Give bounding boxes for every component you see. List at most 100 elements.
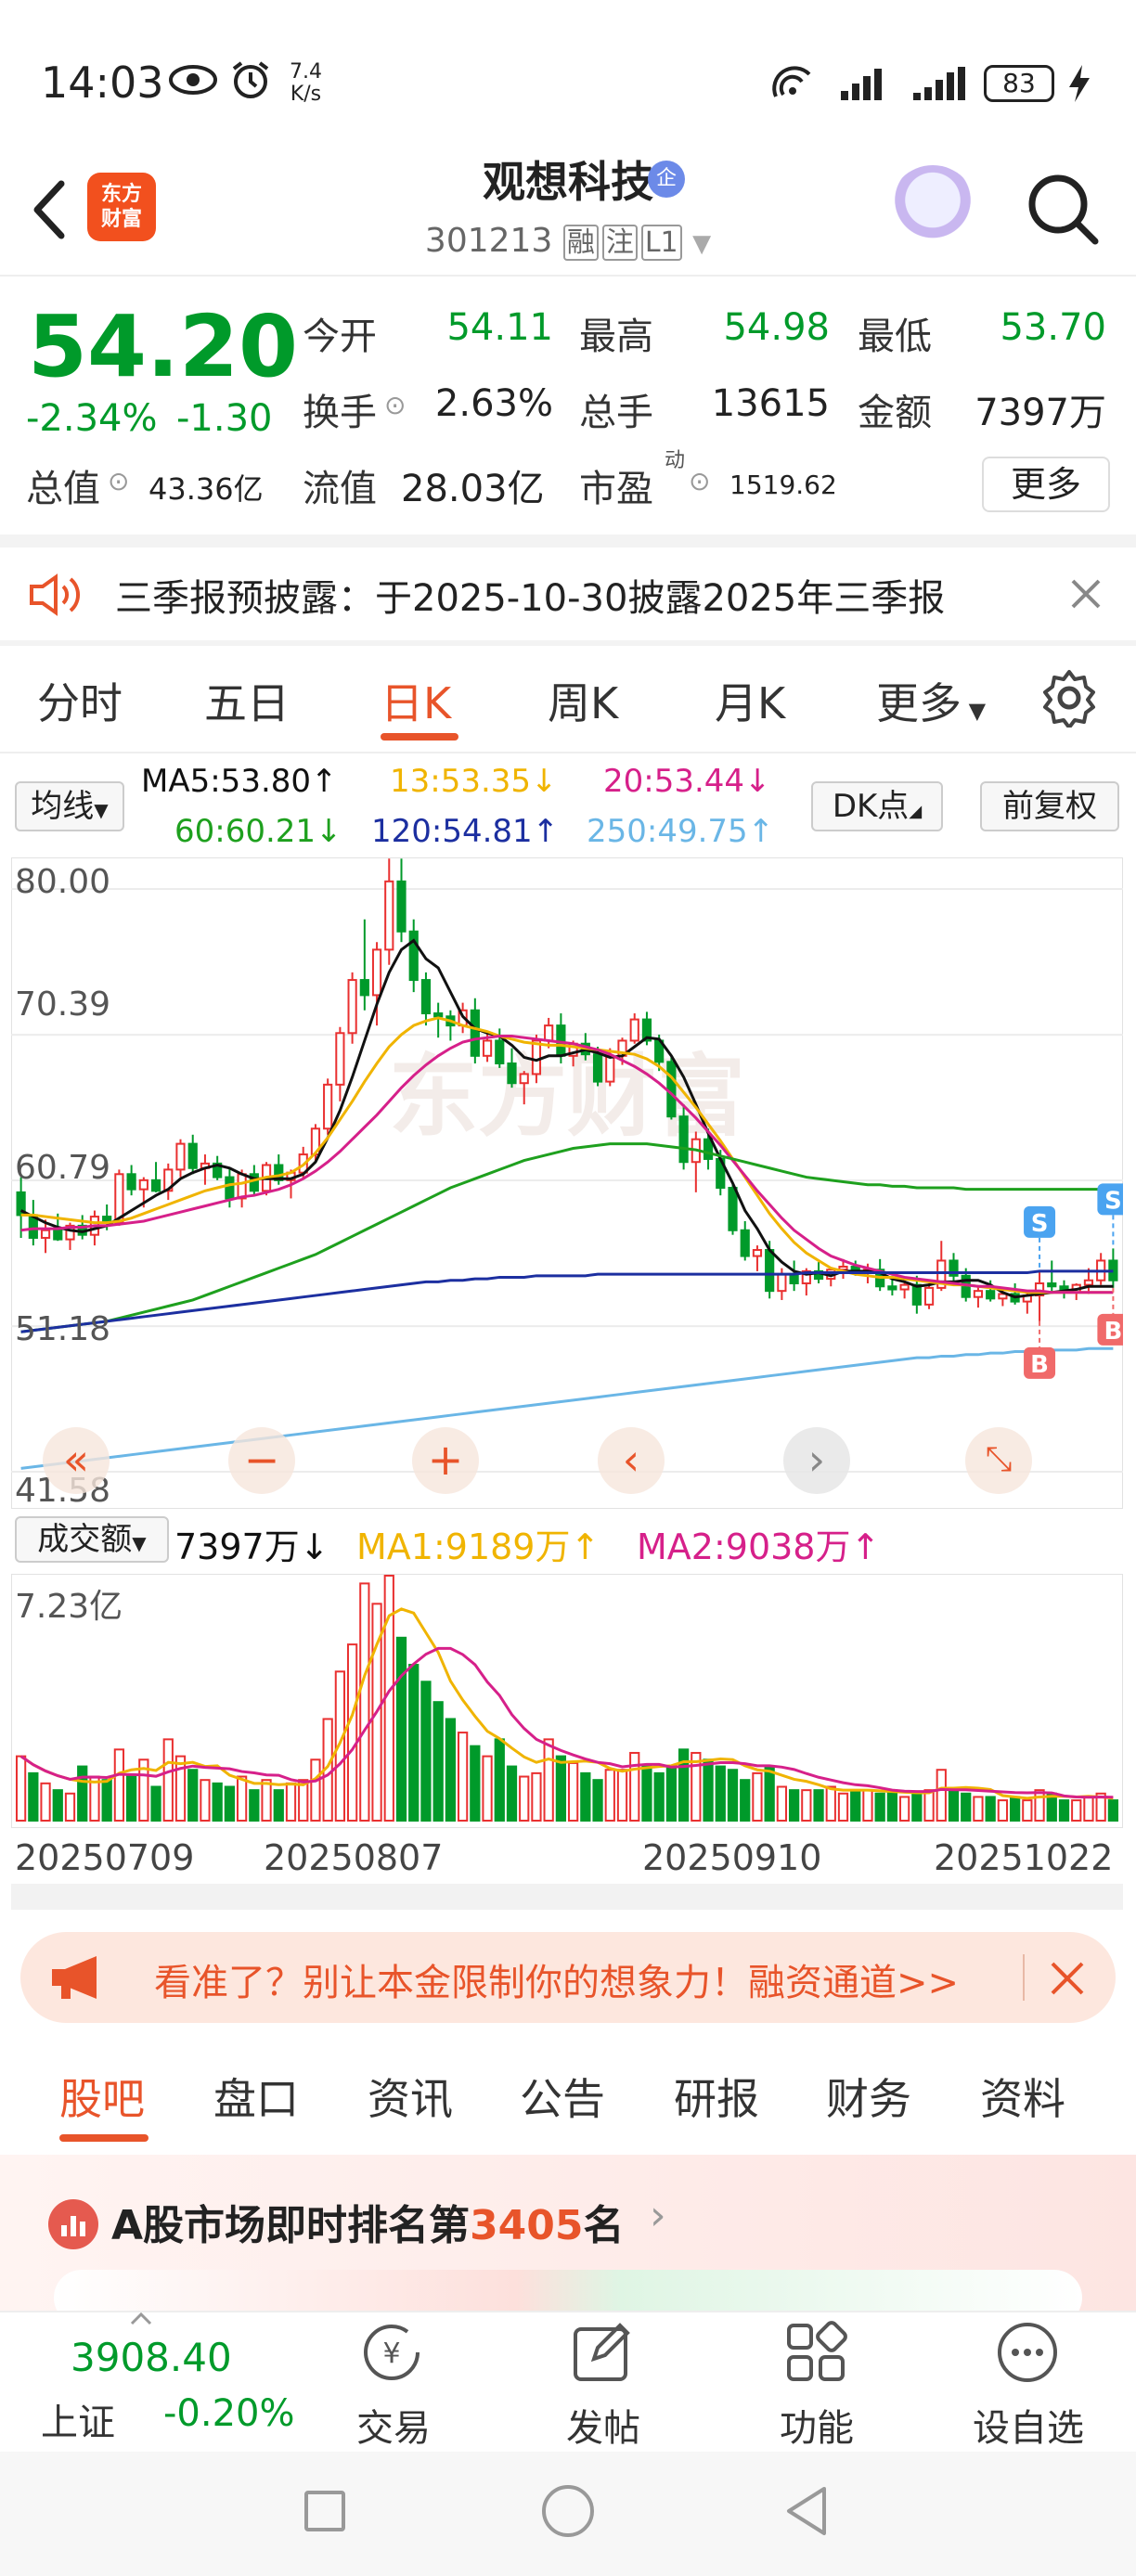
nav-post-label[interactable]: 发帖 [538, 2398, 668, 2452]
volume-bar [961, 1792, 972, 1822]
section-divider [0, 535, 1136, 547]
home-button[interactable] [542, 2485, 594, 2537]
volume-bar [395, 1636, 407, 1822]
candlestick-chart[interactable]: 东方财富SSBB [11, 857, 1123, 1509]
back-button[interactable] [783, 2485, 830, 2537]
x-axis-label: 20250910 [642, 1837, 822, 1878]
candle-body [495, 1039, 505, 1064]
candle-body [703, 1138, 714, 1160]
volume-bar [641, 1765, 652, 1823]
fullscreen-icon[interactable]: ⤡ [965, 1427, 1032, 1494]
volume-bar [1071, 1799, 1082, 1823]
functions-grid-icon[interactable] [783, 2320, 848, 2385]
trade-icon[interactable]: ¥ [356, 2320, 427, 2385]
amount-label: 金额 [858, 392, 932, 434]
tab-more[interactable]: 更多 ▼ [876, 670, 986, 731]
candle-body [923, 1286, 935, 1306]
high-label: 最高 [579, 316, 653, 358]
index-value[interactable]: 3908.40 [71, 2335, 232, 2380]
volume-bar [77, 1765, 88, 1823]
tab-profile[interactable]: 资料 [980, 2066, 1065, 2127]
post-edit-icon[interactable] [570, 2320, 635, 2385]
more-options-icon[interactable] [995, 2320, 1060, 2385]
collapse-up-icon[interactable] [130, 2312, 152, 2325]
volume-bar [310, 1758, 321, 1823]
candle-body [911, 1283, 922, 1306]
header-divider [0, 275, 1136, 277]
ma-select[interactable]: 均线▼ [15, 781, 124, 831]
candle-body [126, 1173, 136, 1191]
candle-body [519, 1073, 529, 1085]
chart-footer [11, 1884, 1123, 1910]
volume-ma1: MA1:9189万↑ [356, 1526, 600, 1567]
zoom-in-button[interactable]: + [412, 1427, 479, 1494]
adjust-select[interactable]: 前复权 [980, 781, 1119, 831]
tab-news[interactable]: 资讯 [368, 2066, 453, 2127]
ai-assistant-avatar[interactable] [889, 165, 976, 252]
tab-weekly-k[interactable]: 周K [548, 670, 618, 731]
tab-order-book[interactable]: 盘口 [213, 2066, 299, 2127]
volume-bar [236, 1775, 248, 1822]
nav-custom-label[interactable]: 设自选 [963, 2398, 1093, 2452]
volume-bar [285, 1782, 297, 1823]
volume-bar [519, 1775, 530, 1822]
section-divider [0, 640, 1136, 646]
more-quote-button[interactable]: 更多 [982, 457, 1110, 512]
tab-research[interactable]: 研报 [674, 2066, 759, 2127]
volume-bar [862, 1789, 873, 1823]
tab-announcements[interactable]: 公告 [520, 2066, 605, 2127]
volume-bar [162, 1738, 174, 1822]
info-icon[interactable]: ⊙ [108, 466, 129, 496]
info-icon[interactable]: ⊙ [689, 466, 710, 496]
volume-bar [740, 1779, 751, 1822]
ma60-value: 60:60.21↓ [174, 813, 342, 850]
volume-bar [273, 1789, 284, 1823]
volume-value: 13615 [711, 382, 830, 425]
notice-banner[interactable]: 三季报预披露：于2025-10-30披露2025年三季报 [0, 547, 1136, 640]
search-icon[interactable] [1021, 167, 1104, 251]
pe-label: 市盈 [579, 468, 653, 510]
info-icon[interactable]: ⊙ [384, 390, 406, 420]
battery-indicator: 83 [984, 65, 1054, 102]
change-percent: -2.34% [26, 397, 158, 440]
tab-forum[interactable]: 股吧 [59, 2066, 145, 2127]
volume-bar [1058, 1799, 1070, 1823]
candle-body [150, 1179, 161, 1192]
next-button[interactable]: › [783, 1427, 850, 1494]
volume-bar [432, 1701, 444, 1822]
previous-button[interactable]: ‹ [598, 1427, 665, 1494]
candle-body [666, 1061, 677, 1118]
candle-body [777, 1273, 787, 1293]
tab-financials[interactable]: 财务 [826, 2066, 911, 2127]
market-rank-card[interactable]: A股市场即时排名第3405名 › [0, 2155, 1136, 2325]
dk-point-toggle[interactable]: DK点◢ [811, 781, 943, 831]
tab-daily-k[interactable]: 日K [381, 670, 451, 731]
recents-button[interactable] [304, 2491, 345, 2531]
pe-dynamic-sup: 动 [665, 449, 686, 472]
marker-label: B [1030, 1351, 1049, 1379]
volume-amount: 7397万↓ [174, 1526, 329, 1567]
eye-icon [169, 65, 217, 95]
open-value: 54.11 [446, 306, 553, 349]
nav-functions-label[interactable]: 功能 [752, 2398, 882, 2452]
tab-monthly-k[interactable]: 月K [715, 670, 785, 731]
volume-chart[interactable] [11, 1574, 1123, 1828]
candle-body [740, 1229, 750, 1257]
zoom-out-button[interactable]: − [228, 1427, 295, 1494]
volume-bar [200, 1779, 211, 1822]
volume-bar [997, 1799, 1009, 1823]
close-icon[interactable] [1049, 1960, 1086, 1997]
indicator-select[interactable]: 成交额▼ [15, 1516, 169, 1563]
close-icon[interactable] [1067, 575, 1104, 612]
x-axis-label: 20251022 [934, 1837, 1114, 1878]
margin-ad-banner[interactable]: 看准了？别让本金限制你的想象力！融资通道>> [20, 1932, 1116, 2023]
tab-five-day[interactable]: 五日 [204, 670, 290, 731]
active-tab-underline [59, 2134, 148, 2142]
tab-intraday[interactable]: 分时 [37, 670, 123, 731]
settings-gear-icon[interactable] [1039, 668, 1099, 728]
y-axis-label: 51.18 [15, 1310, 111, 1348]
volume-bar [727, 1769, 739, 1822]
fast-backward-button[interactable]: « [43, 1427, 110, 1494]
nav-trade-label[interactable]: 交易 [329, 2398, 458, 2452]
y-axis-label: 70.39 [15, 985, 111, 1024]
